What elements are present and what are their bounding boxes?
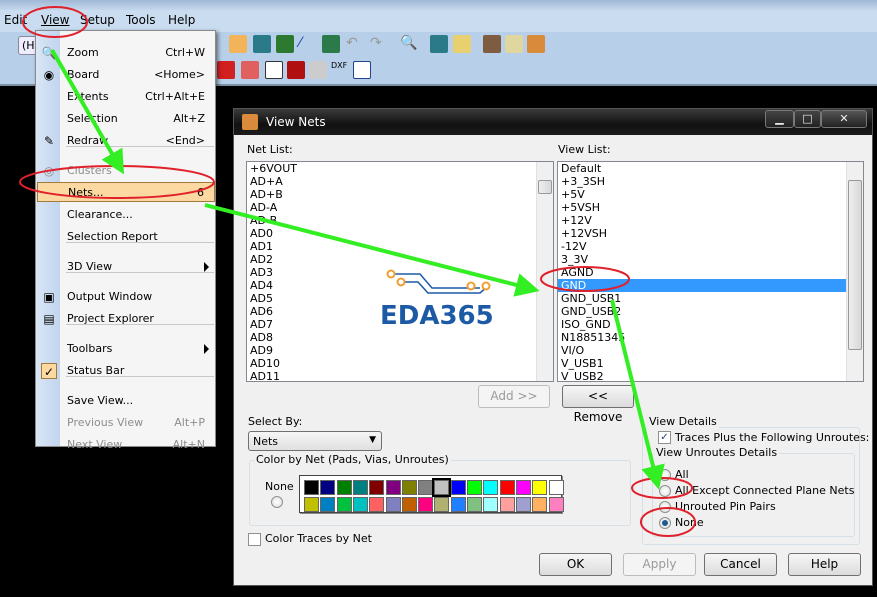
gnd-highlight-ellipse bbox=[540, 266, 630, 292]
nets-item-highlight-ellipse bbox=[19, 165, 215, 199]
arrow-to-nets bbox=[50, 48, 125, 175]
arrow-to-gnd bbox=[204, 203, 540, 297]
all-except-highlight-ellipse bbox=[631, 477, 693, 499]
arrow-to-all-except bbox=[610, 299, 665, 490]
none-highlight-ellipse bbox=[640, 507, 696, 537]
view-menu-highlight-ellipse bbox=[22, 6, 88, 38]
annotation-overlay bbox=[19, 6, 696, 537]
